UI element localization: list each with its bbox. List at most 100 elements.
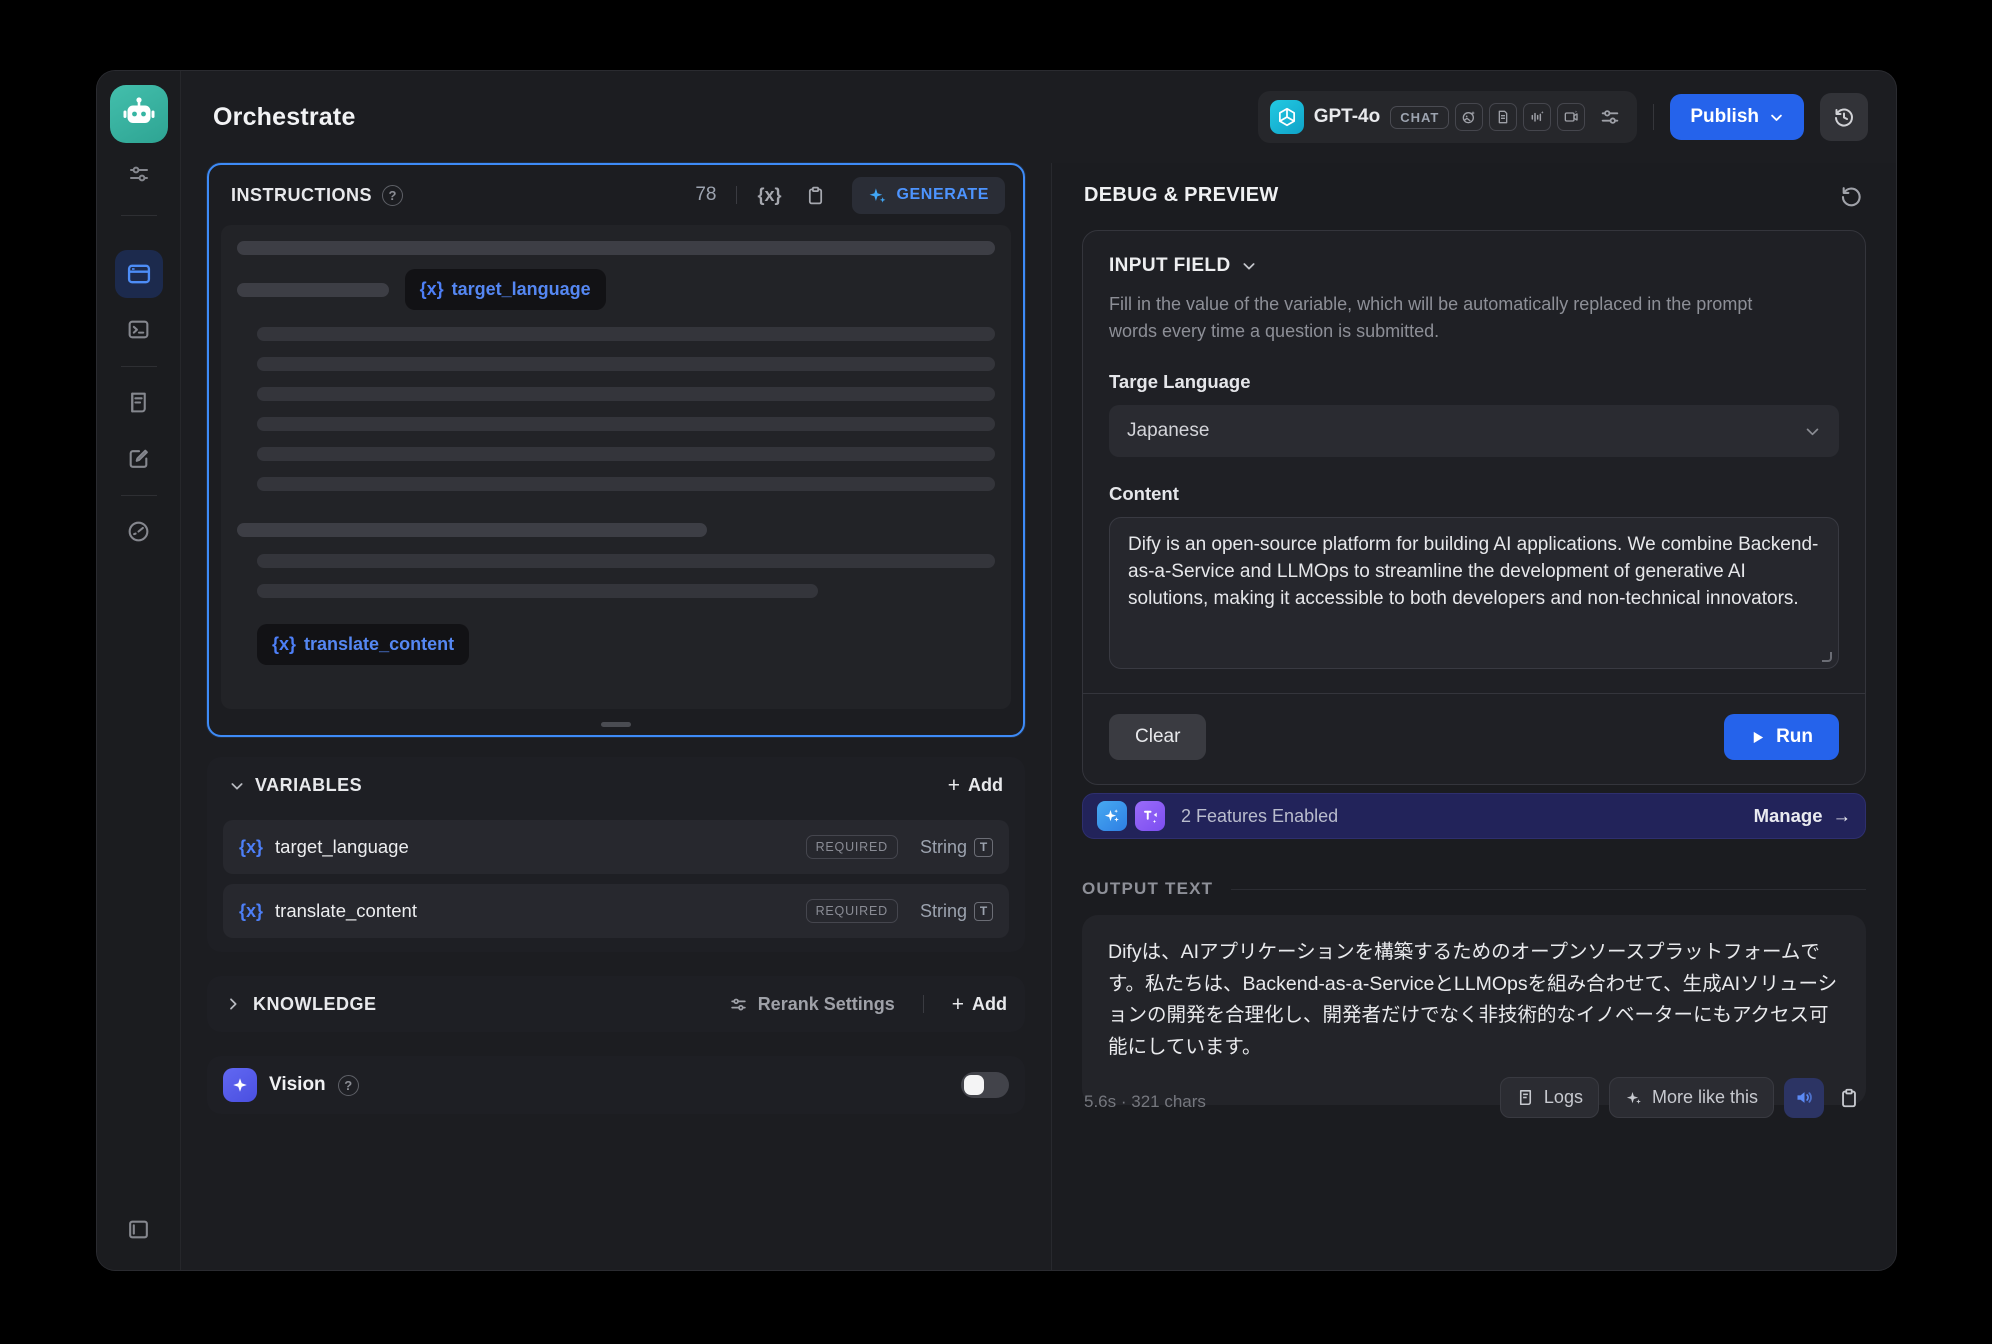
sidebar-item-logs[interactable] <box>124 387 154 417</box>
target-language-label: Targe Language <box>1109 371 1839 393</box>
panel-collapse-icon <box>126 1217 151 1242</box>
openai-knot-icon <box>1276 106 1298 128</box>
skeleton-line <box>257 584 818 598</box>
model-mode-badge: CHAT <box>1390 106 1449 129</box>
resize-handle[interactable] <box>601 722 631 727</box>
text-to-speech-button[interactable] <box>1784 1078 1824 1118</box>
sidebar-item-terminal[interactable] <box>124 314 154 344</box>
text-to-speech-feature-icon <box>1135 801 1165 831</box>
vision-label: Vision <box>269 1074 326 1096</box>
model-selector[interactable]: GPT-4o CHAT <box>1258 91 1638 143</box>
output-text: Difyは、AIアプリケーションを構築するためのオープンソースプラットフォームで… <box>1108 937 1840 1063</box>
terminal-icon <box>126 317 151 342</box>
plus-icon: + <box>952 994 964 1015</box>
sidebar-divider <box>121 366 157 367</box>
features-enabled-bar[interactable]: 2 Features Enabled Manage → <box>1082 793 1866 839</box>
variable-token-icon: {x} <box>239 837 263 858</box>
sidebar-item-annotations[interactable] <box>124 443 154 473</box>
string-type-icon: T <box>974 902 993 921</box>
skeleton-line <box>257 554 995 568</box>
content-label: Content <box>1109 483 1839 505</box>
collapse-sidebar-button[interactable] <box>124 1214 154 1244</box>
sparkle-icon <box>1625 1089 1643 1107</box>
target-language-select[interactable]: Japanese <box>1109 405 1839 457</box>
sidebar-item-monitoring[interactable] <box>124 516 154 546</box>
chevron-down-icon <box>1769 110 1784 125</box>
variable-row[interactable]: {x} target_language REQUIRED StringT <box>223 820 1009 874</box>
vision-feature-card: Vision ? <box>207 1056 1025 1114</box>
debug-preview-title: DEBUG & PREVIEW <box>1084 184 1279 207</box>
reset-button[interactable] <box>1839 183 1864 208</box>
publish-button[interactable]: Publish <box>1670 94 1804 140</box>
generate-button[interactable]: GENERATE <box>852 177 1005 214</box>
clear-button[interactable]: Clear <box>1109 714 1206 760</box>
app-window: Orchestrate GPT-4o CHAT <box>97 71 1896 1270</box>
skeleton-line <box>237 241 995 255</box>
manage-features-button[interactable]: Manage → <box>1754 805 1851 827</box>
speaker-icon <box>1794 1087 1815 1108</box>
robot-icon <box>120 95 158 133</box>
edit-square-icon <box>126 446 151 471</box>
rerank-settings-button[interactable]: Rerank Settings <box>729 994 895 1015</box>
variable-type: StringT <box>920 901 993 922</box>
insert-variable-button[interactable]: {x} <box>757 185 781 206</box>
add-knowledge-button[interactable]: +Add <box>952 994 1007 1015</box>
skeleton-line <box>257 387 995 401</box>
divider <box>736 186 737 204</box>
document-log-icon <box>126 390 151 415</box>
sidebar-item-orchestrate[interactable] <box>115 250 163 298</box>
input-field-description: Fill in the value of the variable, which… <box>1109 291 1789 345</box>
run-button[interactable]: Run <box>1724 714 1839 760</box>
help-icon[interactable]: ? <box>382 185 403 206</box>
vision-icon <box>223 1068 257 1102</box>
sliders-icon <box>127 162 151 186</box>
logs-button[interactable]: Logs <box>1500 1077 1599 1118</box>
variable-chip-translate-content[interactable]: {x}translate_content <box>257 624 469 665</box>
skeleton-line <box>257 477 995 491</box>
page-title: Orchestrate <box>213 103 356 132</box>
prompt-editor[interactable]: {x}target_language {x}translate_content <box>221 225 1011 709</box>
help-icon[interactable]: ? <box>338 1075 359 1096</box>
video-capability-icon <box>1557 103 1585 131</box>
audio-capability-icon <box>1523 103 1551 131</box>
input-field-card: INPUT FIELD Fill in the value of the var… <box>1082 230 1866 785</box>
sparkle-icon <box>868 186 887 205</box>
chevron-down-icon[interactable] <box>229 778 245 794</box>
vision-toggle[interactable] <box>961 1072 1009 1098</box>
skeleton-line <box>237 523 707 537</box>
image-capability-icon <box>1455 103 1483 131</box>
variables-section: VARIABLES +Add {x} target_language REQUI… <box>207 757 1025 952</box>
knowledge-section: KNOWLEDGE Rerank Settings +Add <box>207 976 1025 1032</box>
gauge-icon <box>126 519 151 544</box>
sidebar-divider <box>121 215 157 216</box>
sidebar-divider <box>121 495 157 496</box>
skeleton-line <box>257 447 995 461</box>
copy-button[interactable] <box>805 185 826 206</box>
copy-output-button[interactable] <box>1834 1083 1864 1113</box>
more-like-this-button[interactable]: More like this <box>1609 1077 1774 1118</box>
chevron-down-icon <box>1241 258 1257 274</box>
clipboard-icon <box>1838 1087 1860 1109</box>
output-stats: 5.6s · 321 chars <box>1084 1092 1206 1118</box>
variable-type: StringT <box>920 837 993 858</box>
plus-icon: + <box>948 775 960 796</box>
variable-chip-target-language[interactable]: {x}target_language <box>405 269 606 310</box>
content-input[interactable]: Dify is an open-source platform for buil… <box>1109 517 1839 669</box>
add-variable-button[interactable]: +Add <box>948 775 1003 796</box>
sidebar-item-settings[interactable] <box>124 159 154 189</box>
skeleton-line <box>257 357 995 371</box>
chevron-right-icon[interactable] <box>225 996 241 1012</box>
app-logo[interactable] <box>110 85 168 143</box>
browser-window-icon <box>125 260 153 288</box>
model-name: GPT-4o <box>1314 106 1381 128</box>
input-field-header[interactable]: INPUT FIELD <box>1109 255 1839 277</box>
output-text-label: OUTPUT TEXT <box>1082 879 1213 899</box>
variable-row[interactable]: {x} translate_content REQUIRED StringT <box>223 884 1009 938</box>
model-settings-button[interactable] <box>1595 106 1625 128</box>
instructions-title: INSTRUCTIONS <box>231 185 372 206</box>
features-enabled-label: 2 Features Enabled <box>1181 806 1338 827</box>
clipboard-icon <box>805 185 826 206</box>
divider <box>923 995 924 1013</box>
refresh-icon <box>1839 183 1864 208</box>
version-history-button[interactable] <box>1820 93 1868 141</box>
